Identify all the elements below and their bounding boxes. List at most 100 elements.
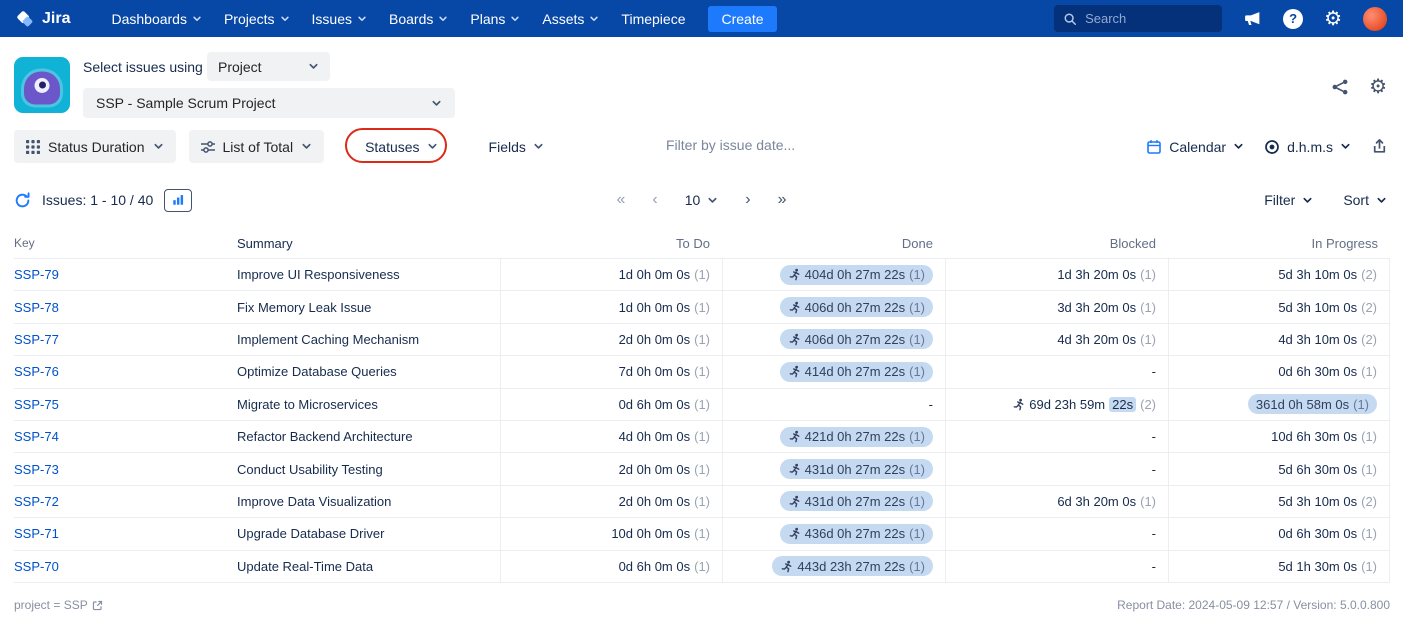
nav-item-dashboards[interactable]: Dashboards [100, 0, 213, 37]
issue-source-value: Project [218, 58, 262, 75]
sliders-icon [201, 140, 215, 154]
chart-view-button[interactable] [164, 188, 193, 212]
search-icon [1063, 12, 1077, 26]
issue-key-link[interactable]: SSP-77 [14, 332, 59, 347]
issue-date-filter-input[interactable] [666, 137, 896, 153]
issue-source-dropdown[interactable]: Project [207, 52, 330, 81]
search-input[interactable] [1085, 11, 1214, 26]
nav-item-label: Assets [542, 10, 585, 27]
issue-summary: Fix Memory Leak Issue [237, 299, 372, 315]
jira-logo[interactable]: Jira [0, 8, 86, 29]
issue-summary: Refactor Backend Architecture [237, 429, 413, 445]
bar-chart-icon [171, 193, 185, 207]
chevron-down-icon [438, 14, 448, 24]
todo-cell: 2d 0h 0m 0s (1) [500, 453, 722, 485]
pagination-controls: « ‹ 10 › » [616, 182, 786, 218]
jql-link[interactable]: project = SSP [14, 598, 103, 612]
table-row: SSP-79 Improve UI Responsiveness 1d 0h 0m … [14, 258, 1390, 291]
issue-key-link[interactable]: SSP-79 [14, 267, 59, 282]
issue-summary: Improve UI Responsiveness [237, 267, 400, 283]
global-search[interactable] [1054, 5, 1223, 32]
chevron-down-icon [533, 141, 544, 152]
issue-key-link[interactable]: SSP-71 [14, 526, 59, 541]
nav-item-boards[interactable]: Boards [378, 0, 459, 37]
todo-cell: 1d 0h 0m 0s (1) [500, 259, 722, 291]
chevron-down-icon [510, 14, 520, 24]
todo-cell: 0d 6h 0m 0s (1) [500, 550, 722, 582]
done-cell: 431d 0h 27m 22s (1) [722, 453, 945, 485]
brand-label: Jira [42, 9, 71, 27]
issue-key-link[interactable]: SSP-76 [14, 364, 59, 379]
inprogress-cell: 10d 6h 30m 0s (1) [1168, 420, 1390, 453]
statuses-dropdown[interactable]: Statuses [365, 130, 437, 163]
inprogress-cell: 4d 3h 10m 0s (2) [1168, 323, 1390, 356]
nav-item-timepiece[interactable]: Timepiece [610, 0, 696, 37]
pager-right-group: Filter Sort [1264, 182, 1387, 218]
issue-summary: Optimize Database Queries [237, 364, 397, 380]
project-dropdown[interactable]: SSP - Sample Scrum Project [83, 88, 455, 118]
chevron-down-icon [357, 14, 367, 24]
refresh-button[interactable] [14, 190, 31, 210]
help-icon[interactable]: ? [1283, 8, 1304, 29]
export-icon [1371, 138, 1388, 155]
blocked-cell: - [945, 518, 1168, 550]
issue-key-link[interactable]: SSP-72 [14, 494, 59, 509]
create-button[interactable]: Create [708, 5, 777, 32]
chevron-down-icon [1340, 141, 1351, 152]
done-cell: - [722, 388, 945, 420]
share-icon[interactable] [1331, 78, 1349, 96]
filter-dropdown[interactable]: Filter [1264, 192, 1313, 208]
runner-icon [780, 560, 793, 573]
runner-icon [788, 333, 801, 346]
blocked-cell: 6d 3h 20m 0s (1) [945, 485, 1168, 518]
todo-cell: 4d 0h 0m 0s (1) [500, 420, 722, 453]
chevron-down-icon [301, 141, 312, 152]
fields-dropdown[interactable]: Fields [489, 130, 544, 163]
project-value: SSP - Sample Scrum Project [96, 95, 276, 111]
sort-dropdown[interactable]: Sort [1343, 192, 1387, 208]
page-size-dropdown[interactable]: 10 [685, 192, 719, 208]
gear-icon[interactable]: ⚙ [1369, 77, 1387, 97]
done-cell: 406d 0h 27m 22s (1) [722, 323, 945, 356]
calendar-icon [1146, 139, 1162, 155]
issue-key-link[interactable]: SSP-78 [14, 300, 59, 315]
inprogress-cell: 5d 3h 10m 0s (2) [1168, 291, 1390, 323]
todo-cell: 2d 0h 0m 0s (1) [500, 323, 722, 356]
nav-item-projects[interactable]: Projects [213, 0, 301, 37]
export-button[interactable] [1371, 138, 1388, 155]
issue-summary: Upgrade Database Driver [237, 526, 385, 542]
first-page-button[interactable]: « [616, 191, 625, 209]
nav-item-label: Plans [470, 10, 506, 27]
issue-key-link[interactable]: SSP-73 [14, 462, 59, 477]
table-body: SSP-79 Improve UI Responsiveness 1d 0h 0m … [14, 258, 1390, 583]
issue-key-link[interactable]: SSP-74 [14, 429, 59, 444]
user-avatar[interactable] [1363, 6, 1387, 31]
issues-range-label: Issues: 1 - 10 / 40 [42, 192, 154, 208]
last-page-button[interactable]: » [778, 191, 787, 209]
table-row: SSP-77 Implement Caching Mechanism 2d 0h 0… [14, 322, 1390, 356]
issue-key-link[interactable]: SSP-75 [14, 397, 59, 412]
column-header-done: Done [901, 235, 933, 251]
nav-item-issues[interactable]: Issues [301, 0, 378, 37]
chevron-down-icon [1376, 195, 1387, 206]
chevron-down-icon [427, 141, 438, 152]
chevron-down-icon [1233, 141, 1244, 152]
nav-item-assets[interactable]: Assets [531, 0, 610, 37]
view-mode-dropdown[interactable]: List of Total [188, 130, 325, 163]
timepiece-report-page: Jira Dashboards Projects Issues Boards P… [0, 0, 1403, 620]
report-type-dropdown[interactable]: Status Duration [14, 130, 176, 163]
calendar-dropdown[interactable]: Calendar [1146, 139, 1244, 155]
issue-key-link[interactable]: SSP-70 [14, 559, 59, 574]
column-header-blocked: Blocked [1109, 235, 1156, 251]
nav-menu: Dashboards Projects Issues Boards Plans … [100, 0, 696, 37]
done-cell: 443d 23h 27m 22s (1) [722, 550, 945, 582]
megaphone-icon[interactable] [1243, 9, 1262, 28]
nav-item-plans[interactable]: Plans [459, 0, 531, 37]
next-page-button[interactable]: › [745, 191, 750, 209]
time-format-value: d.h.m.s [1287, 138, 1333, 155]
time-format-dropdown[interactable]: d.h.m.s [1264, 139, 1351, 155]
gear-icon[interactable]: ⚙ [1324, 9, 1342, 29]
blocked-cell: 4d 3h 20m 0s (1) [945, 323, 1168, 356]
statuses-label: Statuses [365, 138, 420, 155]
previous-page-button[interactable]: ‹ [652, 191, 657, 209]
